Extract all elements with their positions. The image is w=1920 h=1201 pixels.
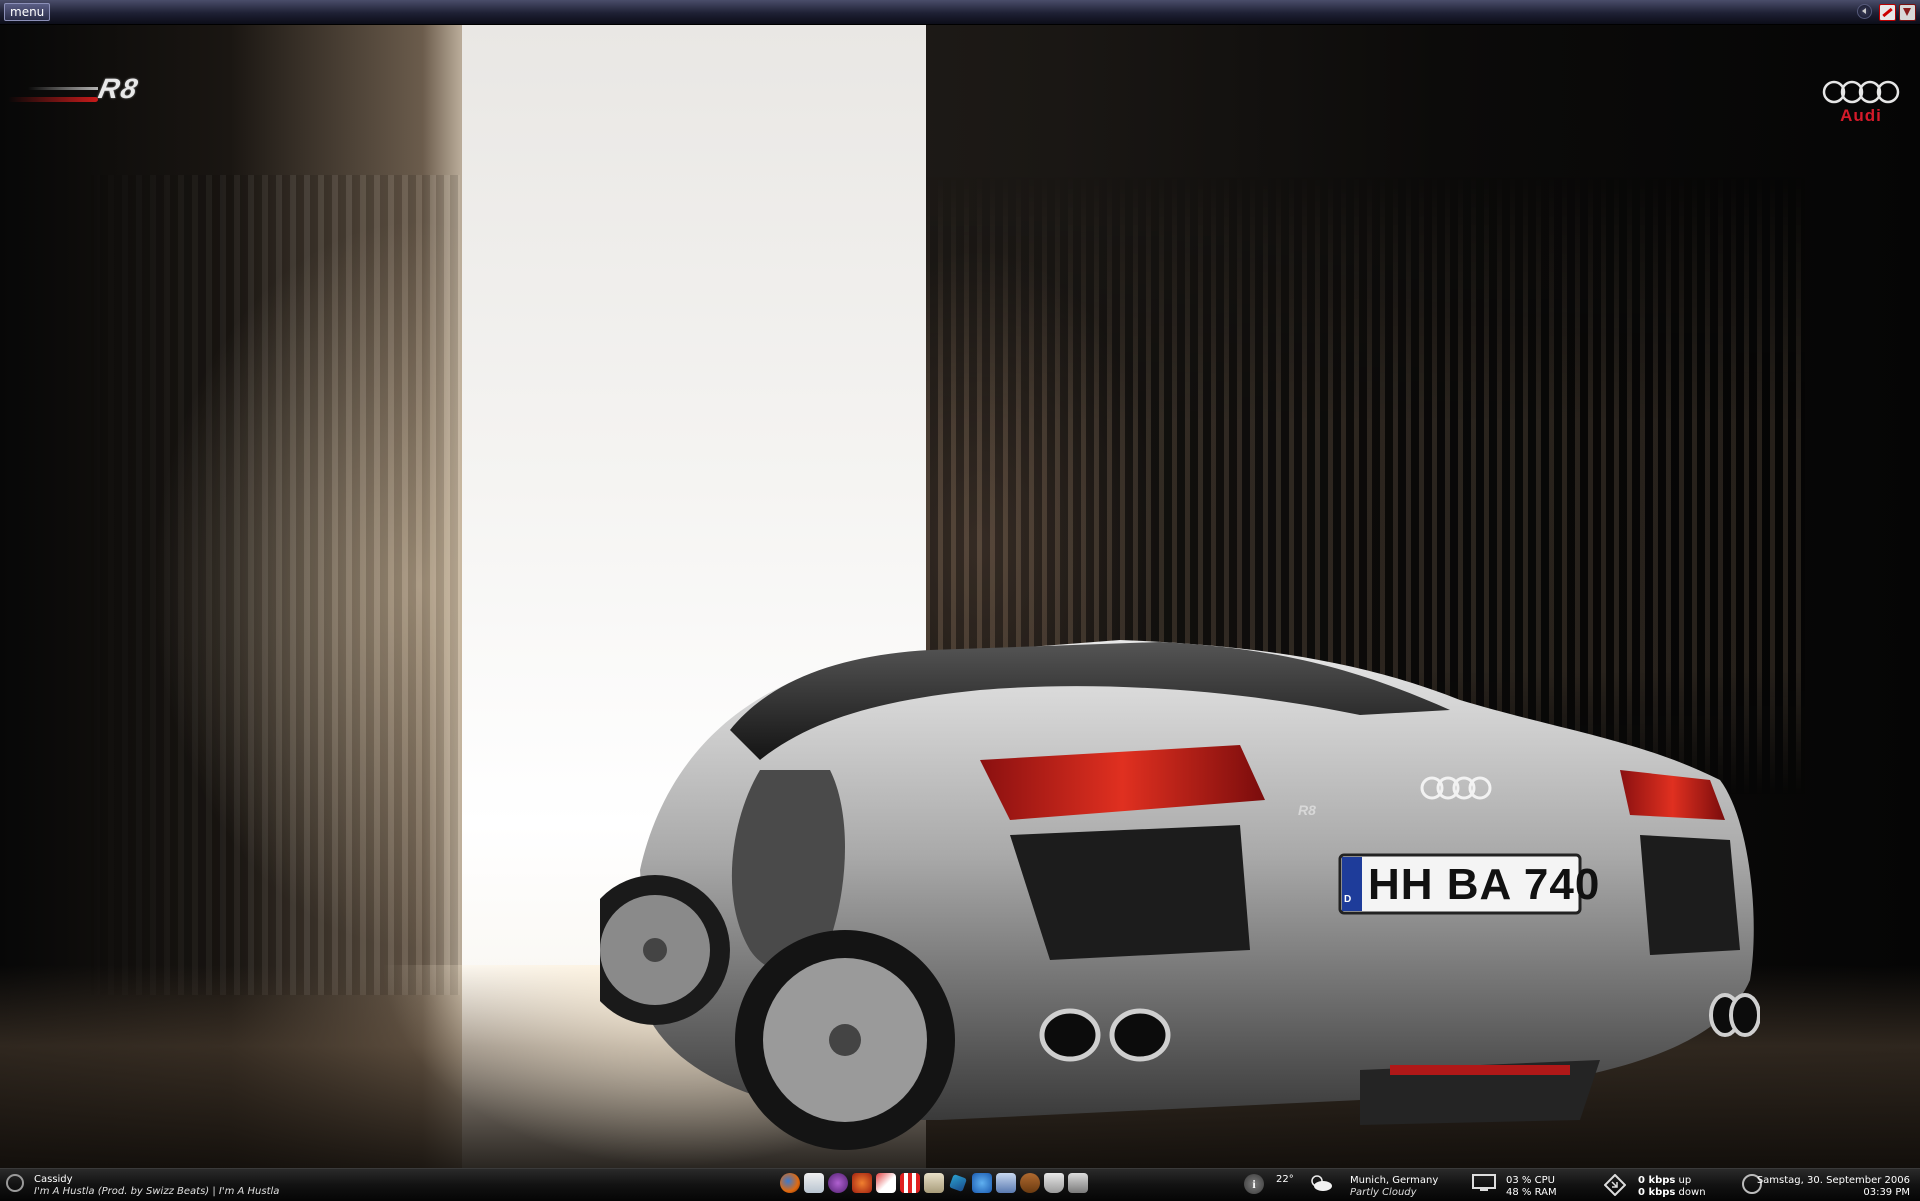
upload-value: 0 kbps — [1638, 1175, 1676, 1186]
weather-condition: Partly Cloudy — [1350, 1187, 1417, 1198]
light-streaks-left — [80, 175, 460, 995]
download-label: down — [1678, 1187, 1706, 1198]
clock-time: 03:39 PM — [1863, 1187, 1910, 1198]
r8-logo-text: R8 — [96, 73, 143, 104]
network-download: 0 kbps down — [1638, 1187, 1706, 1198]
partly-cloudy-icon — [1311, 1175, 1332, 1191]
top-menu-bar: menu — [0, 0, 1920, 25]
popcorn-icon[interactable] — [900, 1173, 920, 1193]
shoe-icon[interactable] — [1068, 1173, 1088, 1193]
cards-icon[interactable] — [924, 1173, 944, 1193]
mail-icon[interactable] — [804, 1173, 824, 1193]
r8-badge-text: R8 — [1298, 802, 1316, 818]
notes-icon[interactable] — [876, 1173, 896, 1193]
firefox-icon[interactable] — [780, 1173, 800, 1193]
license-plate-text: HH BA 740 — [1368, 860, 1601, 909]
game-icon[interactable] — [828, 1173, 848, 1193]
r8-logo: R8 — [8, 73, 143, 107]
coffee-icon[interactable] — [1044, 1173, 1064, 1193]
weather-temperature: 22° — [1276, 1174, 1294, 1185]
cpu-usage: 03 % CPU — [1506, 1175, 1555, 1186]
clock-date: Samstag, 30. September 2006 — [1756, 1175, 1910, 1186]
desktop-wallpaper: R8 Audi D HH BA 740 R8 — [0, 25, 1920, 1168]
network-icon[interactable] — [996, 1173, 1016, 1193]
ram-usage: 48 % RAM — [1506, 1187, 1557, 1198]
audi-r8-car-image: D HH BA 740 R8 — [580, 620, 1761, 1168]
monitor-icon — [1472, 1174, 1496, 1191]
download-icon[interactable] — [1899, 4, 1916, 21]
character-icon[interactable] — [852, 1173, 872, 1193]
weather-city: Munich, Germany — [1350, 1175, 1439, 1186]
upload-label: up — [1678, 1175, 1692, 1186]
paint-icon[interactable] — [972, 1173, 992, 1193]
info-icon[interactable]: i — [1244, 1174, 1264, 1194]
image-icon[interactable] — [1020, 1173, 1040, 1193]
back-arrow-icon[interactable] — [1857, 4, 1872, 19]
now-playing-track: I'm A Hustla (Prod. by Swizz Beats) | I'… — [34, 1186, 280, 1197]
license-plate-country: D — [1344, 894, 1352, 905]
download-value: 0 kbps — [1638, 1187, 1676, 1198]
audi-logo: Audi — [1822, 79, 1900, 127]
bottom-taskbar: Cassidy I'm A Hustla (Prod. by Swizz Bea… — [0, 1168, 1920, 1201]
tool-icon[interactable] — [949, 1174, 967, 1192]
audi-rings-icon — [1822, 80, 1900, 104]
now-playing-artist: Cassidy — [34, 1174, 73, 1185]
audi-logo-text: Audi — [1840, 106, 1882, 125]
now-playing-icon[interactable] — [6, 1174, 24, 1192]
network-diamond-icon — [1604, 1174, 1626, 1196]
network-upload: 0 kbps up — [1638, 1175, 1691, 1186]
pdf-icon[interactable] — [1879, 4, 1896, 21]
menu-button[interactable]: menu — [4, 3, 51, 21]
dock — [780, 1173, 1088, 1197]
